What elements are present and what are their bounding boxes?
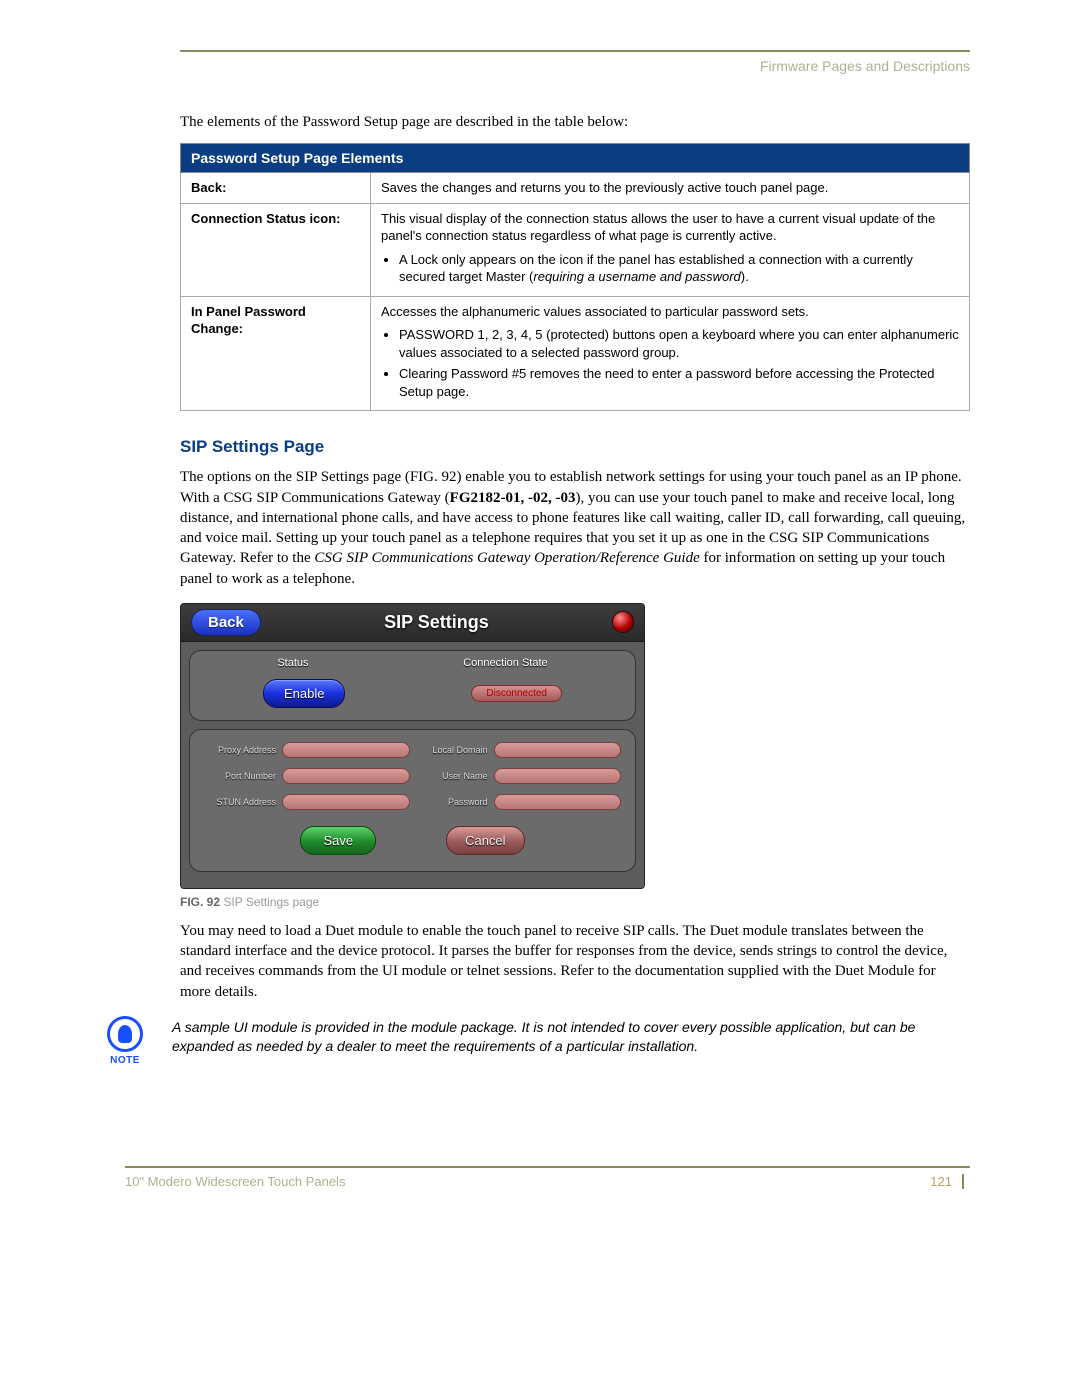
enable-button[interactable]: Enable <box>263 679 345 708</box>
row-label: Connection Status icon: <box>181 203 371 296</box>
table-row: In Panel Password Change:Accesses the al… <box>181 296 970 411</box>
table-title: Password Setup Page Elements <box>181 144 970 173</box>
row-label: In Panel Password Change: <box>181 296 371 411</box>
lightbulb-icon <box>107 1016 143 1052</box>
port-number-label: Port Number <box>204 771 276 781</box>
table-row: Connection Status icon:This visual displ… <box>181 203 970 296</box>
row-desc: This visual display of the connection st… <box>371 203 970 296</box>
port-number-field[interactable] <box>282 768 410 784</box>
proxy-address-field[interactable] <box>282 742 410 758</box>
user-name-field[interactable] <box>494 768 622 784</box>
stun-address-field[interactable] <box>282 794 410 810</box>
header-section: Firmware Pages and Descriptions <box>180 58 970 74</box>
sip-settings-heading: SIP Settings Page <box>180 437 970 457</box>
password-label: Password <box>416 797 488 807</box>
password-field[interactable] <box>494 794 622 810</box>
row-desc: Accesses the alphanumeric values associa… <box>371 296 970 411</box>
sip-settings-screenshot: Back SIP Settings Status Connection Stat… <box>180 603 645 889</box>
row-label: Back: <box>181 173 371 204</box>
note-icon: NOTE <box>100 1016 150 1066</box>
status-header: Status <box>277 657 308 669</box>
duet-paragraph: You may need to load a Duet module to en… <box>180 921 970 1002</box>
cancel-button[interactable]: Cancel <box>446 826 524 855</box>
footer-product: 10" Modero Widescreen Touch Panels <box>125 1174 345 1189</box>
panel-title: SIP Settings <box>384 612 489 633</box>
sip-intro-paragraph: The options on the SIP Settings page (FI… <box>180 467 970 589</box>
figure-caption: FIG. 92 SIP Settings page <box>180 895 970 909</box>
table-row: Back:Saves the changes and returns you t… <box>181 173 970 204</box>
page-number: 121 <box>930 1174 964 1189</box>
local-domain-field[interactable] <box>494 742 622 758</box>
connection-state-pill: Disconnected <box>471 685 562 702</box>
connection-state-header: Connection State <box>463 657 547 669</box>
password-setup-table: Password Setup Page Elements Back:Saves … <box>180 143 970 411</box>
back-button[interactable]: Back <box>191 609 261 636</box>
save-button[interactable]: Save <box>300 826 376 855</box>
note-text: A sample UI module is provided in the mo… <box>172 1016 970 1056</box>
status-led-icon <box>612 611 634 633</box>
intro-text: The elements of the Password Setup page … <box>180 114 970 131</box>
user-name-label: User Name <box>416 771 488 781</box>
local-domain-label: Local Domain <box>416 745 488 755</box>
stun-address-label: STUN Address <box>204 797 276 807</box>
row-desc: Saves the changes and returns you to the… <box>371 173 970 204</box>
proxy-address-label: Proxy Address <box>204 745 276 755</box>
